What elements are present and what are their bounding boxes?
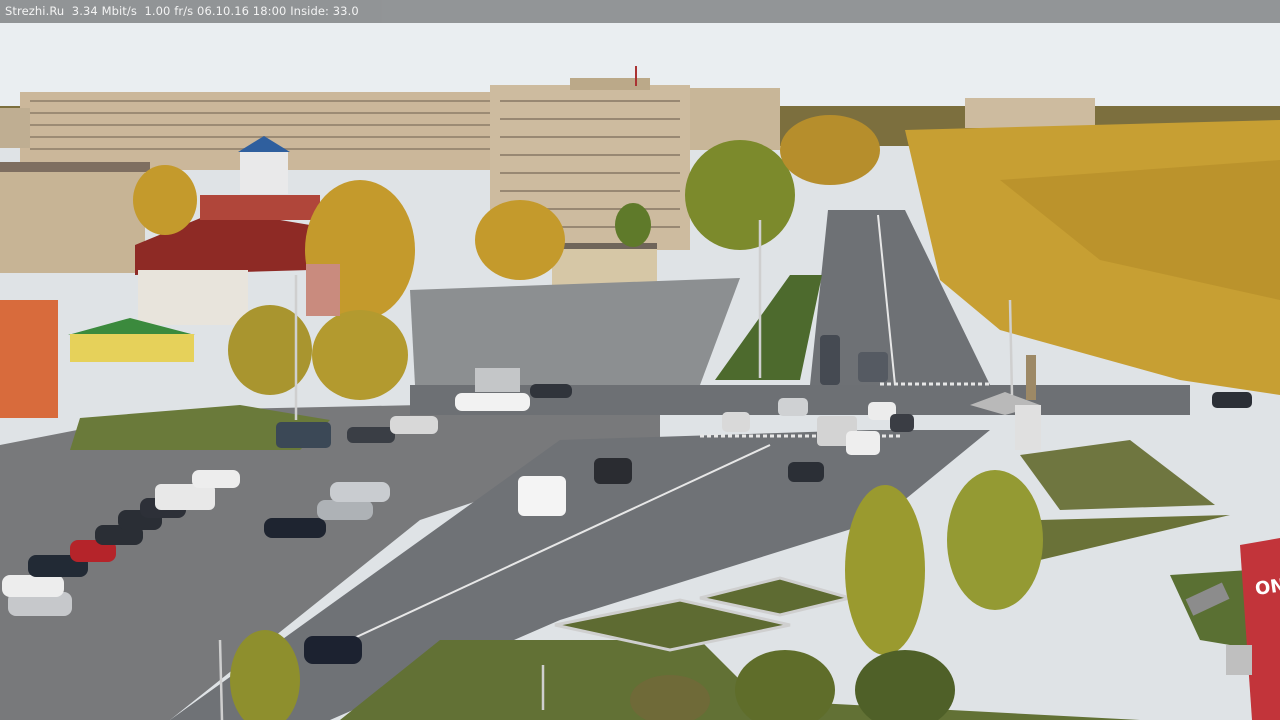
trash-bin xyxy=(1226,645,1252,675)
lawn-right-2 xyxy=(1040,515,1230,560)
building-left xyxy=(0,162,150,273)
billboard xyxy=(306,264,340,316)
green-trees-center xyxy=(685,140,795,250)
camera-view: ONS xyxy=(0,0,1280,720)
camera-info-text: Strezhi.Ru 3.34 Mbit/s 1.00 fr/s 06.10.1… xyxy=(5,4,359,18)
store-sign: ONS xyxy=(1240,538,1280,720)
camera-info-bar: Strezhi.Ru 3.34 Mbit/s 1.00 fr/s 06.10.1… xyxy=(0,0,1280,23)
paved-plaza xyxy=(410,278,740,385)
lawn-right xyxy=(1020,440,1215,510)
far-building-right xyxy=(965,98,1095,128)
trees-mid xyxy=(780,115,880,185)
orange-building xyxy=(0,300,58,418)
